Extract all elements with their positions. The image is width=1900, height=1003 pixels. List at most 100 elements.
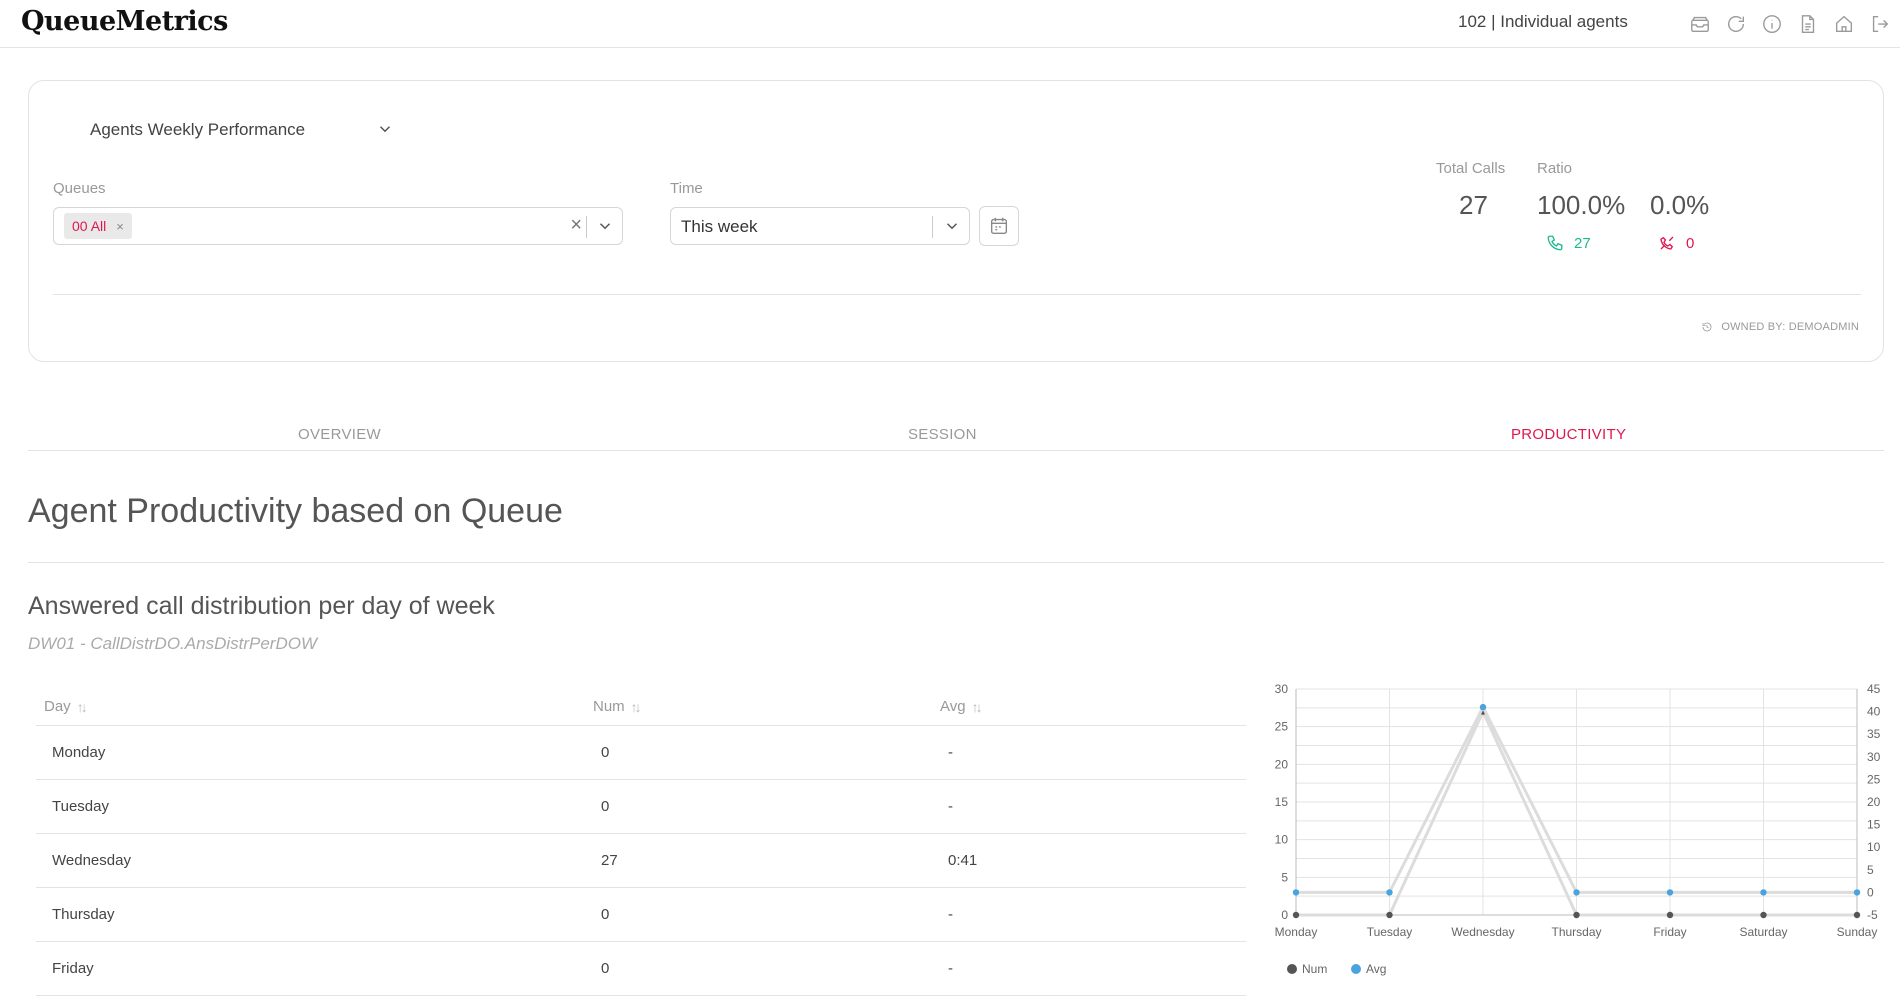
x-tick-label: Tuesday: [1367, 925, 1413, 939]
phone-hangup-icon: [1660, 236, 1674, 250]
data-point-num: [1573, 911, 1580, 919]
y-right-tick-label: 40: [1867, 705, 1881, 719]
sort-icon: ↑↓: [630, 698, 642, 715]
answered-stat: 27: [1546, 234, 1591, 252]
data-point-num: [1386, 911, 1393, 919]
info-icon[interactable]: [1760, 12, 1784, 36]
chevron-down-icon[interactable]: [596, 217, 614, 240]
cell-num: 0: [601, 798, 610, 815]
refresh-icon[interactable]: [1724, 12, 1748, 36]
tab-session[interactable]: SESSION: [908, 426, 977, 443]
x-tick-label: Wednesday: [1451, 925, 1514, 939]
y-left-tick-label: 25: [1275, 720, 1289, 734]
cell-num: 27: [601, 852, 618, 869]
queue-chip-label: 00 All: [72, 218, 107, 234]
tab-productivity[interactable]: PRODUCTIVITY: [1511, 426, 1626, 443]
cell-num: 0: [601, 960, 610, 977]
y-left-tick-label: 5: [1281, 870, 1288, 884]
y-right-tick-label: 0: [1867, 885, 1874, 899]
page-title: Agent Productivity based on Queue: [28, 492, 563, 530]
chevron-down-icon[interactable]: [943, 217, 961, 240]
sort-icon: ↑↓: [971, 698, 983, 715]
data-point-avg: [1853, 889, 1861, 896]
data-point-num: [1760, 911, 1767, 919]
data-point-num: [1666, 911, 1674, 919]
y-right-tick-label: 20: [1867, 795, 1881, 809]
calendar-button[interactable]: [979, 206, 1019, 246]
sort-icon: ↑↓: [76, 698, 88, 715]
x-tick-label: Thursday: [1551, 925, 1601, 939]
cell-day: Monday: [52, 744, 106, 761]
chip-remove-icon[interactable]: ×: [116, 219, 124, 234]
section-code: DW01 - CallDistrDO.AnsDistrPerDOW: [28, 634, 318, 653]
cell-avg: -: [948, 906, 953, 923]
data-point-avg: [1479, 703, 1487, 711]
legend-marker-num: [1287, 964, 1297, 974]
column-header-num[interactable]: Num ↑↓: [593, 698, 642, 715]
table-row: Monday 0 -: [36, 726, 1246, 780]
card-divider: [53, 294, 1861, 295]
data-point-num: [1292, 911, 1300, 919]
clear-icon[interactable]: ×: [570, 214, 582, 237]
y-right-tick-label: 25: [1867, 772, 1881, 786]
lost-stat: 0: [1658, 234, 1694, 252]
y-left-tick-label: 15: [1275, 795, 1289, 809]
time-label: Time: [670, 180, 703, 197]
y-left-tick-label: 30: [1275, 682, 1289, 696]
separator: [932, 216, 933, 238]
cell-avg: 0:41: [948, 852, 978, 869]
time-select[interactable]: This week: [670, 207, 970, 245]
header-toolbar: [1688, 12, 1892, 36]
queues-select[interactable]: 00 All × ×: [53, 207, 623, 245]
report-tabs: OVERVIEW SESSION PRODUCTIVITY: [28, 418, 1884, 451]
separator: [586, 216, 587, 238]
report-selector[interactable]: Agents Weekly Performance: [64, 113, 394, 147]
chart-svg: 0 5 10 15 20 25 30 -5 0 5 10 15 20 25 30 35 40 45 Monday Tu…: [1275, 682, 1881, 976]
column-header-avg[interactable]: Avg ↑↓: [940, 698, 983, 715]
data-point-avg: [1292, 889, 1300, 896]
lost-count: 0: [1686, 234, 1695, 252]
column-header-label: Num: [593, 698, 625, 715]
ratio-label: Ratio: [1537, 160, 1573, 177]
y-right-tick-label: -5: [1867, 908, 1878, 922]
x-tick-label: Saturday: [1739, 925, 1787, 939]
queues-label: Queues: [53, 180, 106, 197]
owned-by: OWNED BY: DEMOADMIN: [1701, 321, 1859, 333]
table-row: Wednesday 27 0:41: [36, 834, 1246, 888]
tab-overview[interactable]: OVERVIEW: [298, 426, 381, 443]
cell-day: Friday: [52, 960, 94, 977]
cell-day: Wednesday: [52, 852, 131, 869]
legend-marker-avg: [1351, 964, 1361, 974]
app-logo[interactable]: QueueMetrics: [21, 6, 228, 37]
cell-avg: -: [948, 960, 953, 977]
cell-day: Tuesday: [52, 798, 109, 815]
top-bar: QueueMetrics 102 | Individual agents: [0, 0, 1900, 48]
document-icon[interactable]: [1796, 12, 1820, 36]
y-right-tick-label: 15: [1867, 818, 1881, 832]
table-row: Tuesday 0 -: [36, 780, 1246, 834]
answered-count: 27: [1574, 234, 1591, 252]
data-point-num: [1853, 911, 1861, 919]
x-tick-label: Friday: [1653, 925, 1686, 939]
owned-by-label: OWNED BY: DEMOADMIN: [1721, 321, 1859, 333]
legend-label-avg: Avg: [1366, 962, 1386, 976]
cell-avg: -: [948, 744, 953, 761]
section-divider: [28, 562, 1884, 563]
y-right-tick-label: 45: [1867, 682, 1881, 696]
home-icon[interactable]: [1832, 12, 1856, 36]
phone-icon: [1547, 235, 1563, 251]
table-row: Thursday 0 -: [36, 888, 1246, 942]
data-point-avg: [1573, 889, 1580, 896]
inbox-icon[interactable]: [1688, 12, 1712, 36]
time-value: This week: [681, 217, 758, 236]
logout-icon[interactable]: [1868, 12, 1892, 36]
y-right-tick-label: 10: [1867, 840, 1881, 854]
table-header: Day ↑↓ Num ↑↓ Avg ↑↓: [36, 688, 1246, 726]
chevron-down-icon: [376, 120, 394, 143]
x-tick-label: Monday: [1275, 925, 1318, 939]
table-row: Friday 0 -: [36, 942, 1246, 996]
queue-chip: 00 All ×: [64, 213, 132, 239]
column-header-day[interactable]: Day ↑↓: [44, 698, 88, 715]
y-right-tick-label: 5: [1867, 863, 1874, 877]
filter-card: Agents Weekly Performance Queues 00 All …: [28, 80, 1884, 362]
